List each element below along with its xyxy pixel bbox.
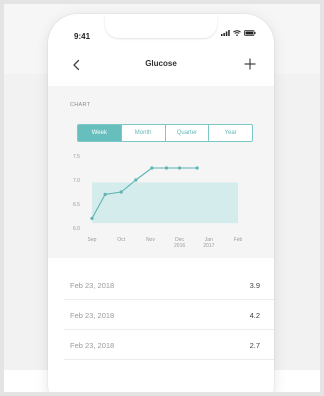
reading-value: 2.7 — [249, 341, 260, 350]
plus-icon — [244, 58, 256, 70]
row-divider — [64, 299, 274, 300]
wifi-icon — [233, 30, 241, 36]
row-divider — [64, 329, 274, 330]
row-divider — [64, 359, 274, 360]
y-tick-label: 6.0 — [73, 226, 80, 232]
reading-date: Feb 23, 2018 — [70, 311, 115, 320]
y-tick-label: 7.5 — [73, 154, 80, 160]
y-tick-label: 7.0 — [73, 178, 80, 184]
status-time: 9:41 — [74, 32, 91, 41]
data-point — [164, 166, 169, 170]
reading-value: 3.9 — [249, 281, 260, 290]
data-point — [134, 178, 138, 182]
status-icons — [221, 30, 256, 36]
x-tick-label: Sep — [88, 237, 97, 243]
phone-frame: 9:41 Glucose CHART Week Month Quarter Ye… — [48, 14, 274, 392]
navigation-bar: Glucose — [48, 54, 274, 78]
signal-icon — [221, 30, 230, 36]
reading-date: Feb 23, 2018 — [70, 341, 115, 350]
target-range-band — [92, 182, 238, 224]
reading-value: 4.2 — [249, 311, 260, 320]
phone-notch — [105, 14, 217, 38]
data-point — [103, 192, 107, 196]
reading-date: Feb 23, 2018 — [70, 281, 115, 290]
page-title: Glucose — [145, 59, 177, 68]
x-tick-label: Nov — [146, 237, 155, 243]
add-button[interactable] — [242, 56, 258, 72]
data-point — [119, 190, 123, 194]
chart-section: CHART Week Month Quarter Year 7.5 7.0 6.5 6… — [48, 86, 274, 258]
y-tick-label: 6.5 — [73, 202, 80, 208]
data-point — [90, 216, 94, 220]
reading-row[interactable]: Feb 23, 2018 4.2 — [48, 302, 274, 330]
page-background: 9:41 Glucose CHART Week Month Quarter Ye… — [4, 4, 320, 392]
x-tick-label: Jan 2017 — [203, 237, 214, 249]
data-point — [195, 166, 199, 170]
x-tick-label: Dec 2016 — [174, 237, 185, 249]
battery-icon — [244, 30, 256, 36]
glucose-line-chart: 7.5 7.0 6.5 6.0 Sep Oct Nov Dec 2016 Jan 2017 Feb — [73, 154, 243, 249]
data-point — [150, 166, 154, 170]
data-point — [178, 166, 182, 170]
reading-row[interactable]: Feb 23, 2018 2.7 — [48, 332, 274, 360]
reading-row[interactable]: Feb 23, 2018 3.9 — [48, 272, 274, 300]
x-tick-label: Oct — [117, 237, 125, 243]
x-tick-label: Feb — [234, 237, 243, 243]
